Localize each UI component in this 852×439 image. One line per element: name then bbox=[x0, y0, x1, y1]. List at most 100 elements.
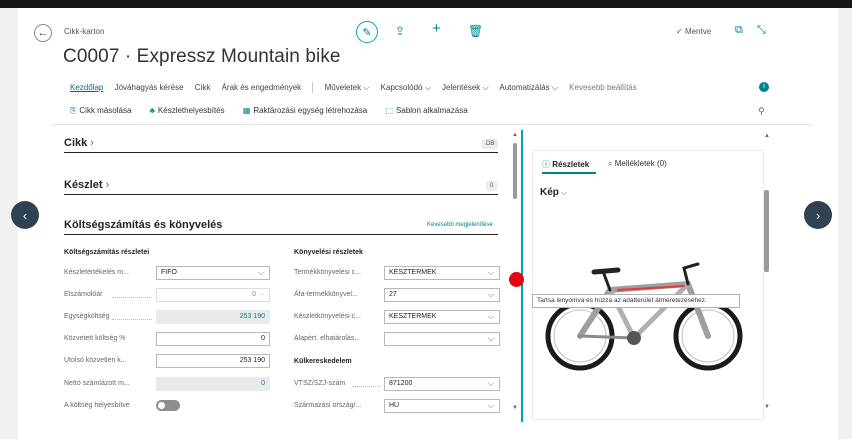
tariff-no-value: 871200 bbox=[389, 380, 413, 387]
next-slide-button[interactable]: › bbox=[804, 201, 832, 229]
apply-template-button[interactable]: ⬚ Sablon alkalmazása bbox=[385, 106, 467, 115]
create-stockkeeping-unit-label: Raktározási egység létrehozása bbox=[253, 106, 368, 115]
menu-related[interactable]: Kapcsolódó ⌵ bbox=[381, 83, 431, 92]
menu-automate[interactable]: Automatizálás ⌵ bbox=[499, 83, 558, 92]
unit-badge: DB bbox=[482, 139, 499, 149]
country-origin-select[interactable]: HU ⌵ bbox=[384, 399, 500, 413]
section-costing-rule bbox=[64, 234, 498, 235]
tab-item[interactable]: Cikk bbox=[195, 83, 211, 92]
standard-cost-value: 0 bbox=[252, 291, 257, 298]
unit-cost-field[interactable]: 253 190 bbox=[156, 310, 270, 324]
save-status: ✓ Mentve bbox=[676, 27, 711, 36]
indirect-cost-field[interactable]: 0 bbox=[156, 332, 270, 346]
chevron-down-icon: ⌵ bbox=[551, 82, 558, 92]
breadcrumb: Cikk-karton bbox=[64, 27, 105, 36]
fewer-options-link[interactable]: Kevesebb beállítás bbox=[569, 83, 637, 92]
tab-attachments[interactable]: ⌕ Mellékletek (0) bbox=[608, 159, 667, 169]
create-stockkeeping-unit-button[interactable]: ▦ Raktározási egység létrehozása bbox=[243, 106, 367, 115]
tab-home[interactable]: Kezdőlap bbox=[70, 83, 103, 92]
tab-details[interactable]: ⓘ Részletek bbox=[542, 159, 589, 170]
cost-details-heading: Költségszámítás részletei bbox=[64, 249, 150, 256]
cursor-marker bbox=[509, 272, 524, 287]
checkmark-icon: ✓ bbox=[676, 27, 683, 36]
factbox-scroll-up-arrow[interactable]: ▲ bbox=[764, 133, 770, 139]
add-icon[interactable]: + bbox=[432, 20, 441, 37]
bike-image bbox=[545, 262, 743, 371]
more-options-icon: ··· bbox=[258, 291, 265, 298]
collapse-icon[interactable]: ⤡ bbox=[757, 24, 766, 37]
section-inventory-title: Készlet bbox=[64, 179, 103, 191]
factbox-scroll-down-arrow[interactable]: ▼ bbox=[764, 404, 770, 410]
adjust-inventory-button[interactable]: ♣ Készlethelyesbítés bbox=[150, 106, 225, 115]
pencil-icon: ✎ bbox=[362, 26, 372, 39]
country-origin-value: HU bbox=[389, 402, 400, 409]
adjust-icon: ♣ bbox=[149, 106, 155, 115]
chevron-down-icon: ⌵ bbox=[487, 312, 494, 321]
copy-icon: ⎘ bbox=[70, 106, 77, 115]
cost-adjusted-toggle[interactable] bbox=[156, 400, 180, 411]
chevron-right-icon: › bbox=[815, 207, 821, 223]
delete-icon[interactable]: 🗑 bbox=[468, 24, 483, 38]
indirect-cost-label: Közvetett költség % bbox=[64, 335, 126, 342]
share-icon[interactable]: ⇪ bbox=[395, 24, 405, 38]
unit-cost-label: Egységköltség bbox=[64, 313, 110, 320]
chevron-right-icon: › bbox=[87, 137, 94, 149]
country-origin-label: Származási ország/... bbox=[294, 402, 362, 409]
chevron-down-icon: ⌵ bbox=[487, 401, 494, 410]
previous-slide-button[interactable]: ‹ bbox=[11, 201, 39, 229]
picture-section-title: Kép bbox=[540, 187, 559, 198]
menu-automate-label: Automatizálás bbox=[499, 82, 550, 92]
tab-attachments-label: Mellékletek (0) bbox=[614, 159, 667, 168]
inventory-badge: 0 bbox=[486, 181, 498, 191]
menu-reports[interactable]: Jelentések ⌵ bbox=[442, 83, 489, 92]
active-tab-underline bbox=[542, 172, 596, 174]
section-inventory-header[interactable]: Készlet › bbox=[64, 179, 109, 191]
foreign-trade-heading: Külkereskedelem bbox=[294, 358, 352, 365]
pin-icon[interactable]: ⚲ bbox=[758, 106, 765, 117]
default-deferral-label: Alapért. elhatárolás... bbox=[294, 335, 361, 342]
item-card-page: ← Cikk-karton C0007 · Expressz Mountain … bbox=[0, 0, 852, 439]
chevron-down-icon: ⌵ bbox=[487, 379, 494, 388]
tab-prices-discounts[interactable]: Árak és engedmények bbox=[222, 83, 302, 92]
tab-request-approval[interactable]: Jóváhagyás kérése bbox=[115, 83, 184, 92]
costing-method-select[interactable]: FIFO ⌵ bbox=[156, 266, 270, 280]
back-button[interactable]: ← bbox=[34, 24, 52, 42]
show-less-link[interactable]: Kevesebb megjelenítése bbox=[427, 222, 493, 228]
factbox-scrollbar[interactable] bbox=[764, 190, 769, 272]
scroll-down-arrow[interactable]: ▼ bbox=[512, 405, 518, 411]
chevron-down-icon: ⌵ bbox=[487, 290, 494, 299]
section-item-header[interactable]: Cikk › bbox=[64, 137, 94, 149]
tariff-no-select[interactable]: 871200 ⌵ bbox=[384, 377, 500, 391]
nav-separator bbox=[312, 82, 314, 93]
arrow-left-icon: ← bbox=[37, 27, 49, 39]
warehouse-icon: ▦ bbox=[242, 106, 251, 115]
gen-prod-posting-select[interactable]: KESZTERMEK ⌵ bbox=[384, 266, 500, 280]
open-new-window-icon[interactable]: ⧉ bbox=[735, 24, 743, 37]
net-invoiced-qty-field[interactable]: 0 bbox=[156, 377, 270, 391]
main-scrollbar[interactable] bbox=[513, 143, 517, 199]
vat-prod-posting-select[interactable]: 27 ⌵ bbox=[384, 288, 500, 302]
inventory-posting-value: KESZTERMEK bbox=[389, 313, 437, 320]
last-direct-cost-field[interactable]: 253 190 bbox=[156, 354, 270, 368]
costing-method-value: FIFO bbox=[161, 269, 177, 276]
scroll-up-arrow[interactable]: ▲ bbox=[512, 132, 518, 138]
copy-item-button[interactable]: ⎘ Cikk másolása bbox=[70, 106, 131, 115]
section-costing-title[interactable]: Költségszámítás és könyvelés bbox=[64, 219, 222, 231]
net-invoiced-qty-label: Nettó számlázott m... bbox=[64, 380, 130, 387]
chevron-down-icon: ⌵ bbox=[487, 334, 494, 343]
label-leader bbox=[112, 297, 152, 298]
inventory-posting-select[interactable]: KESZTERMEK ⌵ bbox=[384, 310, 500, 324]
menu-actions-label: Műveletek bbox=[324, 82, 362, 92]
picture-section-header[interactable]: Kép ⌵ bbox=[540, 187, 567, 198]
menu-actions[interactable]: Műveletek ⌵ bbox=[325, 83, 370, 92]
default-deferral-select[interactable]: ⌵ bbox=[384, 332, 500, 346]
label-leader bbox=[112, 319, 152, 320]
standard-cost-field[interactable]: 0 ··· bbox=[156, 288, 270, 302]
info-icon[interactable]: i bbox=[759, 82, 769, 92]
handlebar bbox=[682, 262, 700, 286]
inventory-posting-label: Készletkönyvelési c... bbox=[294, 313, 361, 320]
chevron-left-icon: ‹ bbox=[22, 207, 28, 223]
edit-button[interactable]: ✎ bbox=[356, 21, 378, 43]
chevron-down-icon: ⌵ bbox=[558, 188, 568, 197]
vat-prod-posting-value: 27 bbox=[389, 291, 397, 298]
